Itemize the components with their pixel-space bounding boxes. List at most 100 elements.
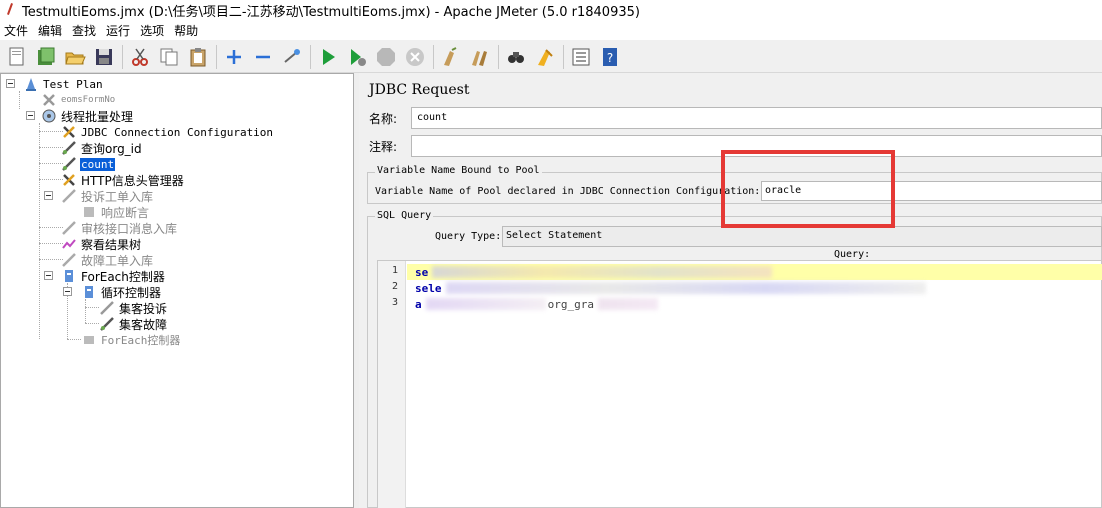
listener-icon bbox=[62, 239, 76, 249]
reset-search-icon[interactable] bbox=[532, 44, 558, 70]
tree-item-label: 集客投诉 bbox=[119, 301, 168, 316]
jmeter-feather-icon bbox=[4, 3, 16, 17]
help-icon[interactable]: ? bbox=[597, 44, 623, 70]
tree-collapse-toggle[interactable] bbox=[63, 287, 72, 296]
config-icon bbox=[43, 94, 55, 106]
controller-icon bbox=[65, 270, 73, 282]
tree-connector bbox=[67, 339, 81, 340]
redacted-text bbox=[597, 298, 658, 310]
tree-item-jdbc-config[interactable]: JDBC Connection Configuration bbox=[61, 124, 274, 140]
clear-icon[interactable] bbox=[438, 44, 464, 70]
tree-item-eomsformno[interactable]: eomsFormNo bbox=[41, 92, 116, 108]
tree-item-label: 故障工单入库 bbox=[81, 253, 154, 268]
toolbar-separator bbox=[498, 44, 499, 69]
menu-file[interactable]: 文件 bbox=[4, 21, 28, 40]
code-fragment: org_gra bbox=[547, 297, 594, 311]
tree-item-label: 线程批量处理 bbox=[61, 109, 134, 124]
line-number: 1 bbox=[391, 265, 398, 276]
tree-connector bbox=[39, 243, 63, 244]
config-icon bbox=[63, 126, 75, 138]
tree-item-label: JDBC Connection Configuration bbox=[81, 125, 274, 139]
tree-item-label: 响应断言 bbox=[101, 205, 150, 220]
tree-connector bbox=[39, 163, 63, 164]
code-text: se bbox=[415, 265, 429, 279]
toolbar-separator bbox=[563, 44, 564, 69]
tree-item-label: 投诉工单入库 bbox=[81, 189, 154, 204]
query-type-value: Select Statement bbox=[506, 230, 603, 241]
tree-collapse-toggle[interactable] bbox=[26, 111, 35, 120]
tree-item-query-org-id[interactable]: 查询org_id bbox=[61, 140, 143, 156]
templates-icon[interactable] bbox=[33, 44, 59, 70]
name-input[interactable]: count bbox=[411, 107, 1102, 129]
start-no-pause-icon[interactable] bbox=[344, 44, 370, 70]
tree-item-group-fault[interactable]: 集客故障 bbox=[99, 316, 168, 332]
redacted-text bbox=[445, 282, 926, 294]
new-icon[interactable] bbox=[4, 44, 30, 70]
collapse-icon[interactable] bbox=[250, 44, 276, 70]
start-icon[interactable] bbox=[315, 44, 341, 70]
save-icon[interactable] bbox=[91, 44, 117, 70]
menu-bar: 文件 编辑 查找 运行 选项 帮助 bbox=[0, 20, 1102, 40]
menu-run[interactable]: 运行 bbox=[106, 21, 130, 40]
toggle-icon[interactable] bbox=[279, 44, 305, 70]
tree-item-complaint-order[interactable]: 投诉工单入库 bbox=[61, 188, 154, 204]
menu-edit[interactable]: 编辑 bbox=[38, 21, 62, 40]
tree-item-response-assertion[interactable]: 响应断言 bbox=[81, 204, 150, 220]
tree-item-label: 审核接口消息入库 bbox=[81, 221, 178, 236]
menu-help[interactable]: 帮助 bbox=[174, 21, 198, 40]
title-bar: TestmultiEoms.jmx (D:\任务\项目二-江苏移动\Testmu… bbox=[0, 0, 1102, 20]
jdbc-request-editor: JDBC Request 名称: count 注释: Variable Name… bbox=[359, 73, 1102, 508]
window-title: TestmultiEoms.jmx (D:\任务\项目二-江苏移动\Testmu… bbox=[22, 4, 640, 20]
tree-item-foreach-controller-disabled[interactable]: ForEach控制器 bbox=[81, 332, 181, 348]
line-number: 3 bbox=[391, 297, 398, 308]
tree-connector bbox=[85, 307, 99, 308]
tree-collapse-toggle[interactable] bbox=[44, 191, 53, 200]
sampler-icon bbox=[100, 301, 114, 315]
cut-icon[interactable] bbox=[127, 44, 153, 70]
tree-item-group-complaint[interactable]: 集客投诉 bbox=[99, 300, 168, 316]
name-row: 名称: bbox=[369, 107, 403, 129]
tree-item-loop-controller[interactable]: 循环控制器 bbox=[81, 284, 162, 300]
search-icon[interactable] bbox=[503, 44, 529, 70]
expand-icon[interactable] bbox=[221, 44, 247, 70]
stop-icon[interactable] bbox=[373, 44, 399, 70]
open-icon[interactable] bbox=[62, 44, 88, 70]
config-icon bbox=[63, 174, 75, 186]
shutdown-icon[interactable] bbox=[402, 44, 428, 70]
tree-connector bbox=[19, 91, 20, 109]
tree-connector bbox=[39, 123, 40, 339]
tree-item-label: HTTP信息头管理器 bbox=[81, 173, 184, 188]
name-label: 名称: bbox=[369, 111, 398, 126]
tree-item-audit-message[interactable]: 审核接口消息入库 bbox=[61, 220, 178, 236]
code-text: sele bbox=[415, 281, 442, 295]
test-plan-tree: Test Plan eomsFormNo 线程批量处理 JDBC Connect… bbox=[0, 73, 354, 508]
menu-search[interactable]: 查找 bbox=[72, 21, 96, 40]
paste-icon[interactable] bbox=[185, 44, 211, 70]
function-helper-icon[interactable] bbox=[568, 44, 594, 70]
sampler-icon bbox=[62, 141, 76, 155]
panel-title: JDBC Request bbox=[369, 82, 470, 98]
tree-item-label: eomsFormNo bbox=[61, 95, 116, 105]
tree-item-label: 察看结果树 bbox=[81, 237, 142, 252]
tree-item-test-plan[interactable]: Test Plan bbox=[23, 76, 104, 92]
tree-item-thread-group[interactable]: 线程批量处理 bbox=[41, 108, 134, 124]
sql-query-editor[interactable]: 1 2 3 se sele a org_gra bbox=[377, 260, 1102, 508]
tree-collapse-toggle[interactable] bbox=[44, 271, 53, 280]
toolbar-separator bbox=[122, 44, 123, 69]
comment-label: 注释: bbox=[369, 139, 398, 154]
tree-item-label: 查询org_id bbox=[81, 141, 142, 156]
tree-item-foreach-controller[interactable]: ForEach控制器 bbox=[61, 268, 166, 284]
tree-collapse-toggle[interactable] bbox=[6, 79, 15, 88]
controller-icon bbox=[85, 286, 93, 298]
query-type-select[interactable]: Select Statement bbox=[502, 226, 1102, 247]
tree-item-view-results-tree[interactable]: 察看结果树 bbox=[61, 236, 142, 252]
copy-icon[interactable] bbox=[156, 44, 182, 70]
toolbar: ? bbox=[0, 41, 1102, 73]
tree-item-count[interactable]: count bbox=[61, 156, 116, 172]
tree-connector bbox=[39, 179, 63, 180]
tree-item-http-header-manager[interactable]: HTTP信息头管理器 bbox=[61, 172, 185, 188]
pool-group-title: Variable Name Bound to Pool bbox=[375, 165, 542, 176]
menu-options[interactable]: 选项 bbox=[140, 21, 164, 40]
tree-item-fault-order[interactable]: 故障工单入库 bbox=[61, 252, 154, 268]
clear-all-icon[interactable] bbox=[467, 44, 493, 70]
